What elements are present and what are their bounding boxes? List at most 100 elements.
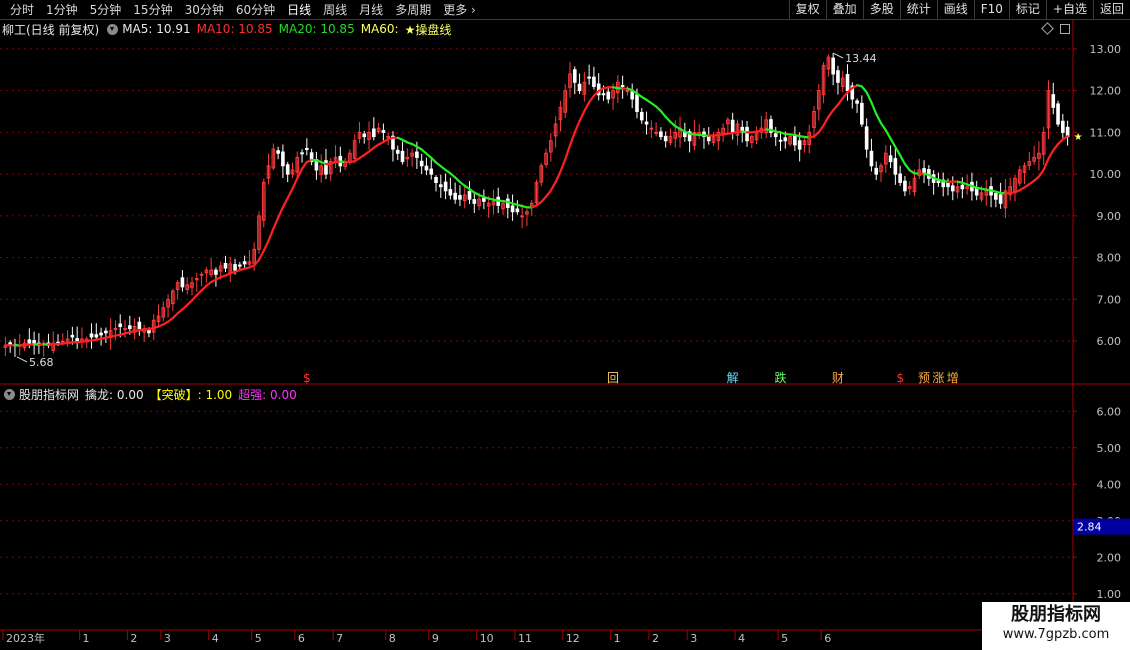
candle-body xyxy=(238,264,242,267)
signal-line-segment xyxy=(1052,142,1060,152)
candle-body xyxy=(869,150,874,167)
candle-body xyxy=(572,69,577,83)
candle-body xyxy=(395,149,400,154)
watermark-name: 股朋指标网 xyxy=(1011,604,1101,625)
candle-body xyxy=(592,76,596,87)
signal-marker: 增 xyxy=(947,371,959,385)
signal-line-segment xyxy=(884,129,892,140)
signal-line-segment xyxy=(1061,135,1069,141)
time-axis-label: 6 xyxy=(298,632,305,645)
candle-body xyxy=(577,83,582,92)
candle-body xyxy=(994,193,998,200)
signal-line-segment xyxy=(879,122,887,132)
candle-body xyxy=(281,151,285,167)
price-tick-label: 11.00 xyxy=(1090,126,1122,139)
candle-body xyxy=(443,181,448,192)
candle-body xyxy=(654,131,658,134)
candle-body xyxy=(89,333,94,338)
time-axis-label: 12 xyxy=(566,632,580,645)
time-axis-label: 3 xyxy=(690,632,697,645)
signal-line-segment xyxy=(860,85,868,94)
kline-chart[interactable]: 13.0012.0011.0010.009.008.007.006.006.00… xyxy=(0,0,1130,650)
price-tick-label: 12.00 xyxy=(1090,85,1122,98)
price-tick-label: 8.00 xyxy=(1097,252,1122,265)
signal-line-segment xyxy=(272,216,280,230)
candle-body xyxy=(797,140,802,150)
candle-body xyxy=(419,160,424,167)
candle-body xyxy=(860,102,864,125)
time-axis-label: 5 xyxy=(255,632,262,645)
candle-body xyxy=(510,205,515,213)
signal-line-segment xyxy=(559,158,567,173)
candle-body xyxy=(300,152,304,155)
signal-line-segment xyxy=(583,101,591,113)
signal-line-segment xyxy=(865,91,873,104)
candle-body xyxy=(974,188,979,196)
signal-marker: 涨 xyxy=(932,370,944,385)
candle-body xyxy=(950,185,955,192)
candle-body xyxy=(118,323,123,328)
price-tick-label: 9.00 xyxy=(1097,210,1122,223)
candle-body xyxy=(75,338,79,342)
candle-body xyxy=(946,182,950,188)
signal-marker: 财 xyxy=(832,371,844,385)
time-axis-label: 4 xyxy=(212,632,219,645)
signal-line-segment xyxy=(286,187,294,200)
candle-body xyxy=(214,269,218,275)
signal-line-segment xyxy=(549,180,557,192)
time-axis-label: 6 xyxy=(824,632,831,645)
candle-body xyxy=(70,334,75,338)
candle-body xyxy=(649,127,654,130)
price-tick-label: 6.00 xyxy=(1097,335,1122,348)
candle-body xyxy=(1061,120,1065,133)
signal-marker: 解 xyxy=(727,371,739,385)
candle-body xyxy=(620,84,625,87)
candle-body xyxy=(424,165,429,171)
signal-line-segment xyxy=(836,97,844,106)
candle-body xyxy=(362,133,367,138)
candle-body xyxy=(147,329,151,334)
watermark-url: www.7gpzb.com xyxy=(1002,627,1110,642)
candle-body xyxy=(864,126,869,150)
time-axis-label: 2 xyxy=(652,632,659,645)
time-axis-label: 2 xyxy=(130,632,137,645)
signal-line-segment xyxy=(889,137,897,149)
low-annotation: 5.68 xyxy=(29,356,54,369)
candle-body xyxy=(305,147,309,150)
candle-body xyxy=(199,273,204,276)
candle-body xyxy=(625,90,630,93)
signal-line-segment xyxy=(870,101,878,116)
watermark: 股朋指标网 www.7gpzb.com xyxy=(982,602,1130,650)
candle-body xyxy=(123,328,127,331)
candle-body xyxy=(127,325,132,330)
candle-body xyxy=(783,137,788,142)
signal-line-segment xyxy=(822,115,830,127)
signal-marker: 跌 xyxy=(775,370,787,385)
candle-body xyxy=(831,57,835,75)
candle-body xyxy=(400,150,405,163)
candle-body xyxy=(381,130,386,133)
candle-body xyxy=(429,168,434,175)
candle-body xyxy=(415,151,419,158)
candle-body xyxy=(515,208,520,213)
signal-line-segment xyxy=(296,167,304,180)
candle-body xyxy=(242,261,247,265)
signal-line-segment xyxy=(300,160,308,170)
candle-body xyxy=(1051,94,1056,108)
candle-body xyxy=(467,190,472,200)
signal-line-segment xyxy=(564,144,572,161)
candle-body xyxy=(874,167,879,175)
candle-body xyxy=(180,277,185,288)
signal-line-segment xyxy=(659,109,667,119)
signal-marker: 回 xyxy=(607,371,619,385)
candle-body xyxy=(635,94,639,112)
candle-body xyxy=(434,177,438,183)
signal-line-segment xyxy=(578,109,586,123)
candle-body xyxy=(458,195,462,200)
candle-body xyxy=(104,330,108,334)
high-marker xyxy=(832,52,844,59)
candle-body xyxy=(276,150,280,154)
candle-body xyxy=(520,215,524,218)
signal-line-segment xyxy=(875,112,883,125)
candle-body xyxy=(482,197,486,202)
